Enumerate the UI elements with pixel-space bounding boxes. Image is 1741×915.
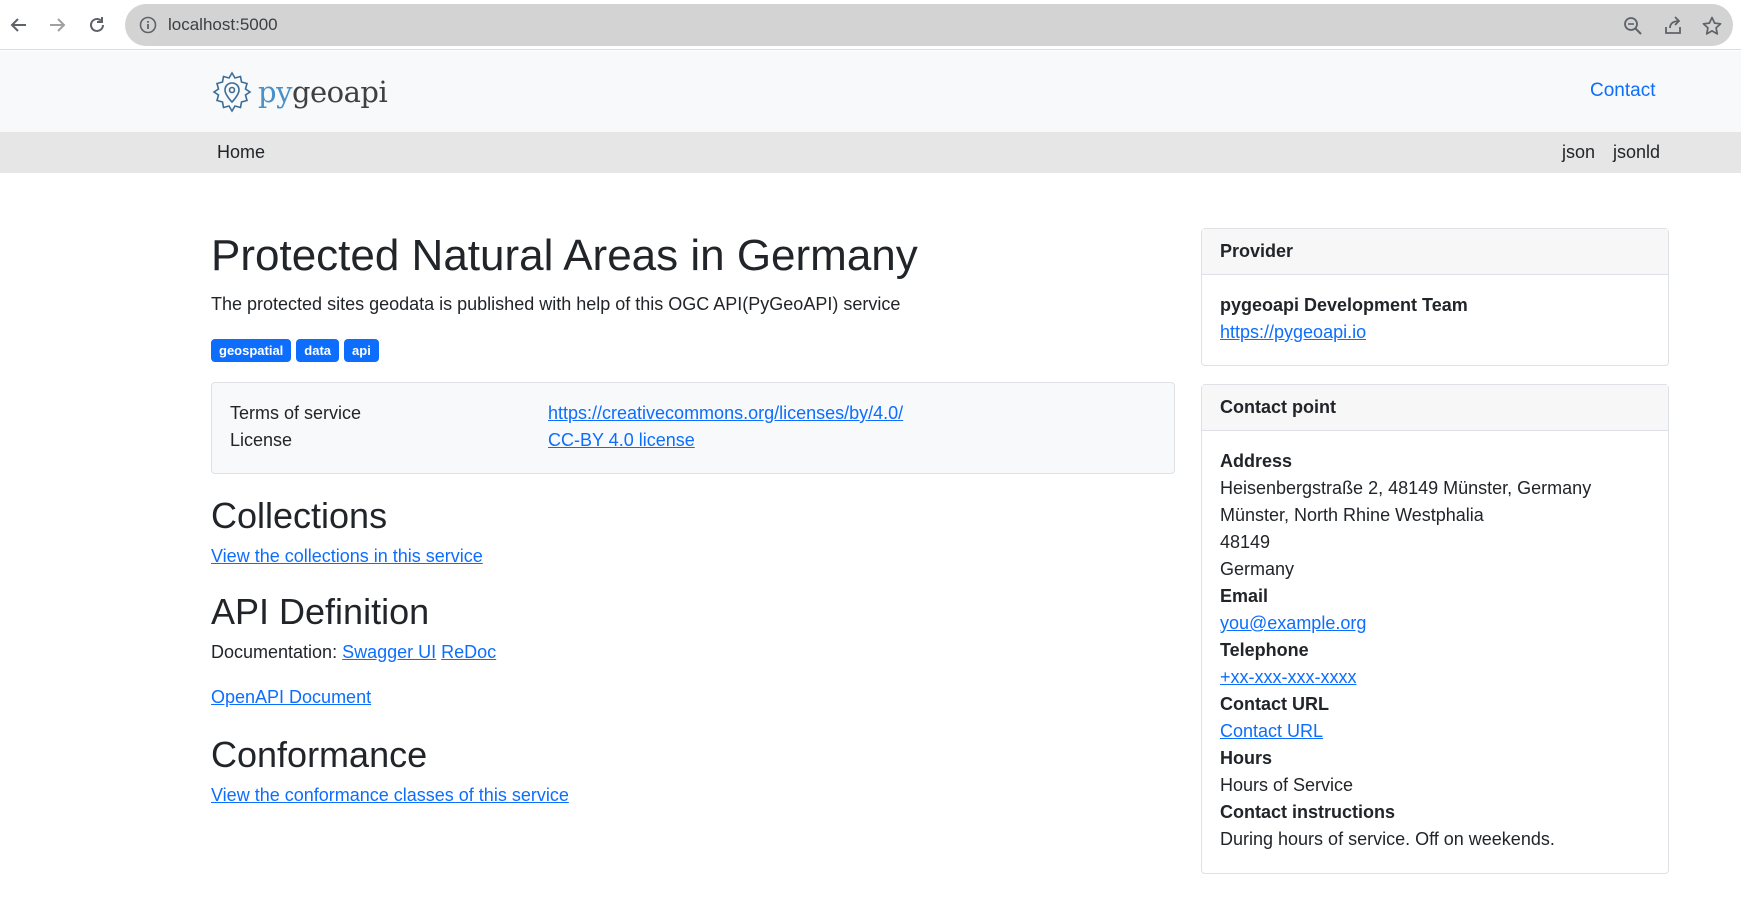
logo-text-geoapi: geoapi	[291, 75, 388, 109]
reload-icon	[90, 17, 104, 32]
page-title: Protected Natural Areas in Germany	[211, 231, 918, 280]
service-description: The protected sites geodata is published…	[211, 294, 901, 314]
terms-of-service-label: Terms of service	[230, 403, 362, 423]
back-arrow-icon	[10, 18, 26, 32]
address-label: Address	[1220, 451, 1293, 471]
keyword-badges: geospatial data api	[211, 339, 379, 362]
telephone-link[interactable]: +xx-xxx-xxx-xxxx	[1220, 667, 1357, 688]
forward-button[interactable]	[42, 10, 72, 40]
postal-code: 48149	[1220, 532, 1271, 552]
contact-url-label: Contact URL	[1220, 694, 1329, 714]
provider-card-header: Provider	[1202, 229, 1668, 275]
site-header: pygeoapi Contact	[0, 51, 1741, 132]
provider-name: pygeoapi Development Team	[1220, 295, 1468, 315]
email-link[interactable]: you@example.org	[1220, 613, 1366, 634]
contact-instructions-value: During hours of service. Off on weekends…	[1220, 829, 1555, 849]
keyword-badge: geospatial	[211, 339, 292, 362]
keyword-badge: api	[344, 339, 379, 362]
logo-text-py: py	[258, 75, 292, 109]
swagger-ui-link[interactable]: Swagger UI	[342, 642, 436, 662]
documentation-line: Documentation: Swagger UI ReDoc	[211, 642, 496, 663]
forward-arrow-icon	[50, 18, 66, 32]
documentation-label: Documentation:	[211, 642, 338, 662]
address-url[interactable]: localhost:5000	[168, 15, 278, 35]
email-label: Email	[1220, 586, 1269, 606]
telephone-label: Telephone	[1220, 640, 1309, 660]
bookmark-star-icon[interactable]	[1701, 15, 1723, 37]
conformance-link[interactable]: View the conformance classes of this ser…	[211, 785, 569, 806]
provider-card: Provider pygeoapi Development Team https…	[1201, 228, 1669, 366]
zoom-icon[interactable]	[1622, 15, 1644, 37]
contact-point-card-header: Contact point	[1202, 385, 1668, 431]
jsonld-link[interactable]: jsonld	[1613, 142, 1660, 163]
browser-toolbar: localhost:5000	[0, 0, 1741, 50]
site-info-icon[interactable]	[139, 16, 157, 34]
contact-url-link[interactable]: Contact URL	[1220, 721, 1323, 742]
contact-point-card: Contact point Address Heisenbergstraße 2…	[1201, 384, 1669, 874]
header-contact-link[interactable]: Contact	[1590, 80, 1655, 102]
share-icon[interactable]	[1662, 15, 1684, 37]
contact-instructions-label: Contact instructions	[1220, 802, 1396, 822]
collections-heading: Collections	[211, 495, 388, 536]
reload-button[interactable]	[82, 10, 112, 40]
hours-value: Hours of Service	[1220, 775, 1354, 795]
home-link[interactable]: Home	[217, 142, 265, 163]
openapi-document-link[interactable]: OpenAPI Document	[211, 687, 371, 708]
license-label: License	[230, 430, 293, 450]
address-bar[interactable]: localhost:5000	[125, 4, 1733, 46]
keyword-badge: data	[296, 339, 340, 362]
json-link[interactable]: json	[1562, 142, 1595, 163]
provider-url-link[interactable]: https://pygeoapi.io	[1220, 322, 1366, 343]
collections-link[interactable]: View the collections in this service	[211, 546, 483, 567]
terms-of-service-link[interactable]: https://creativecommons.org/licenses/by/…	[548, 403, 903, 424]
breadcrumb-bar: Home json jsonld	[0, 132, 1741, 173]
back-button[interactable]	[4, 10, 34, 40]
redoc-link[interactable]: ReDoc	[441, 642, 496, 662]
logo-text: pygeoapi	[258, 75, 388, 109]
address-line: Heisenbergstraße 2, 48149 Münster, Germa…	[1220, 478, 1592, 498]
conformance-heading: Conformance	[211, 734, 428, 775]
pygeoapi-logo[interactable]: pygeoapi	[210, 69, 388, 115]
license-link[interactable]: CC-BY 4.0 license	[548, 430, 695, 451]
terms-panel: Terms of service https://creativecommons…	[211, 382, 1175, 474]
country: Germany	[1220, 559, 1295, 579]
api-definition-heading: API Definition	[211, 591, 430, 632]
gear-pin-icon	[212, 71, 252, 113]
city-line: Münster, North Rhine Westphalia	[1220, 505, 1484, 525]
hours-label: Hours	[1220, 748, 1273, 768]
